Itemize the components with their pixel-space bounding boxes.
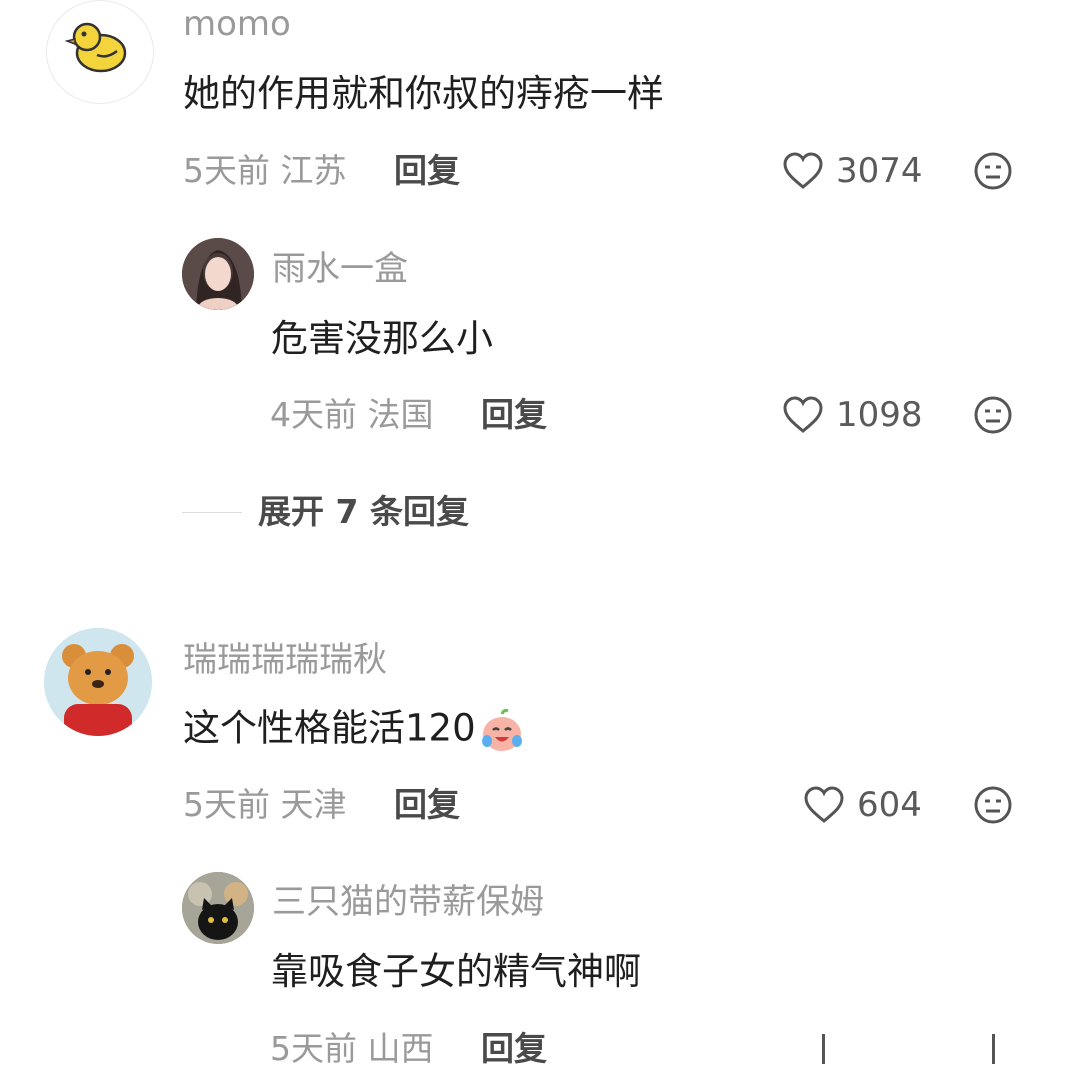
like-button[interactable]: 604 (803, 783, 922, 827)
like-icon-partial[interactable] (822, 1034, 825, 1064)
comment-time: 5天前 山西 (270, 1029, 434, 1069)
like-button[interactable]: 3074 (782, 149, 923, 193)
comment-username[interactable]: 雨水一盒 (272, 249, 408, 289)
divider-line (182, 512, 242, 513)
expand-replies-button[interactable]: 展开 7 条回复 (258, 492, 469, 532)
cats-avatar-icon (182, 872, 254, 944)
heart-icon (804, 786, 844, 823)
comment-date: 4天前 (270, 395, 357, 434)
comment-text: 她的作用就和你叔的痔疮一样 (183, 72, 664, 115)
user-avatar[interactable] (182, 238, 254, 310)
like-count: 1098 (836, 395, 923, 435)
comment-text: 这个性格能活120 (183, 706, 526, 754)
dislike-icon[interactable] (973, 395, 1013, 435)
bear-avatar-icon (44, 628, 152, 736)
comment-text-content: 这个性格能活120 (183, 706, 476, 750)
comment-location: 法国 (367, 395, 434, 434)
like-button[interactable]: 1098 (782, 393, 923, 437)
like-count: 604 (857, 785, 922, 825)
comment-time: 5天前 江苏 (183, 151, 347, 191)
like-count: 3074 (836, 151, 923, 191)
heart-icon (783, 152, 823, 189)
dislike-icon[interactable] (973, 785, 1013, 825)
comment-time: 5天前 天津 (183, 785, 347, 825)
dislike-icon[interactable] (973, 151, 1013, 191)
comment-location: 天津 (280, 785, 347, 824)
comment-time: 4天前 法国 (270, 395, 434, 435)
user-avatar[interactable] (46, 0, 154, 104)
comment-location: 江苏 (280, 151, 347, 190)
reply-button[interactable]: 回复 (481, 1029, 547, 1069)
user-avatar[interactable] (182, 872, 254, 944)
comment-text: 危害没那么小 (271, 317, 493, 360)
comment-username[interactable]: 瑞瑞瑞瑞瑞秋 (183, 640, 387, 680)
duck-avatar-icon (64, 22, 127, 73)
comment-date: 5天前 (183, 151, 270, 190)
reply-button[interactable]: 回复 (394, 151, 460, 191)
comment-date: 5天前 (270, 1029, 357, 1068)
dislike-icon-partial[interactable] (992, 1034, 995, 1064)
photo-avatar-icon (182, 238, 254, 310)
comment-date: 5天前 (183, 785, 270, 824)
comment-username[interactable]: 三只猫的带薪保姆 (272, 882, 544, 922)
user-avatar[interactable] (44, 628, 152, 736)
crying-laughing-emoji-icon (481, 708, 522, 751)
comment-text: 靠吸食子女的精气神啊 (271, 950, 641, 993)
comment-location: 山西 (367, 1029, 434, 1068)
reply-button[interactable]: 回复 (394, 785, 460, 825)
reply-button[interactable]: 回复 (481, 395, 547, 435)
comment-username[interactable]: momo (183, 4, 291, 44)
heart-icon (783, 396, 823, 433)
